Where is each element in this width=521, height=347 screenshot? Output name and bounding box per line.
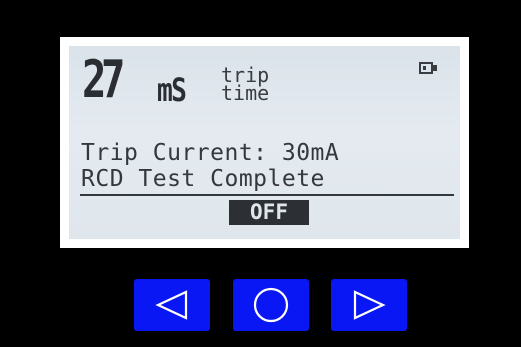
- trip-time-unit: mS: [157, 71, 187, 109]
- keypad: [0, 279, 521, 331]
- left-key-button[interactable]: [134, 279, 210, 331]
- circle-icon: [253, 287, 289, 323]
- lcd-divider: [80, 194, 454, 196]
- battery-tip: [433, 65, 437, 71]
- battery-icon: [419, 62, 433, 74]
- off-softkey-label[interactable]: OFF: [229, 200, 309, 225]
- device-bezel: 27 mS trip time Trip Current: 30mA RCD T…: [0, 0, 521, 347]
- triangle-left-icon: [155, 290, 188, 320]
- triangle-right-icon: [353, 290, 386, 320]
- right-key-button[interactable]: [331, 279, 407, 331]
- trip-current-line: Trip Current: 30mA: [81, 140, 340, 166]
- center-key-button[interactable]: [233, 279, 309, 331]
- trip-time-label: trip time: [221, 65, 270, 105]
- lcd-frame: 27 mS trip time Trip Current: 30mA RCD T…: [60, 37, 469, 248]
- test-status-line: RCD Test Complete: [81, 166, 325, 192]
- trip-time-value: 27: [82, 50, 125, 110]
- lcd-screen: 27 mS trip time Trip Current: 30mA RCD T…: [69, 46, 460, 239]
- trip-label-line-2: time: [221, 81, 270, 105]
